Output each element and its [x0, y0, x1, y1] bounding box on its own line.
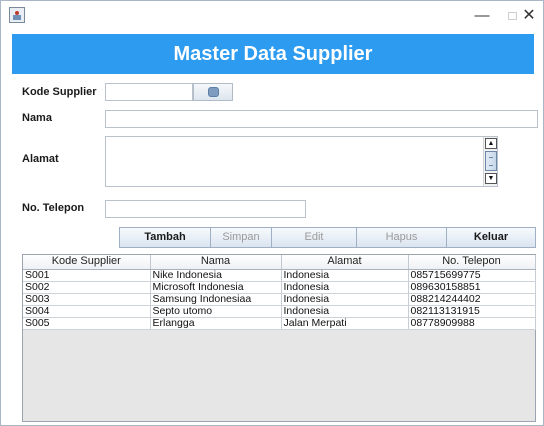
table-cell: Indonesia	[281, 281, 409, 294]
table-cell: S002	[23, 281, 151, 294]
alamat-scrollbar[interactable]: ▲ ▼	[483, 137, 497, 186]
title-bar: — ✕	[1, 1, 543, 31]
java-app-icon	[9, 7, 25, 23]
table-cell: Microsoft Indonesia	[150, 281, 282, 294]
kode-supplier-input[interactable]	[105, 83, 193, 101]
table-cell: Nike Indonesia	[150, 269, 282, 282]
table-cell: S004	[23, 305, 151, 318]
table-row[interactable]: S004 Septo utomo Indonesia 082113131915	[23, 305, 536, 318]
search-button[interactable]	[193, 83, 233, 101]
table-cell: 085715699775	[408, 269, 536, 282]
telepon-label: No. Telepon	[22, 202, 85, 214]
column-header-telepon[interactable]: No. Telepon	[408, 255, 536, 270]
alamat-label: Alamat	[22, 153, 59, 165]
close-button[interactable]: ✕	[509, 1, 544, 31]
edit-button[interactable]: Edit	[271, 227, 357, 248]
header-banner: Master Data Supplier	[12, 34, 534, 74]
telepon-input[interactable]	[105, 200, 306, 218]
table-cell: Indonesia	[281, 305, 409, 318]
table-row[interactable]: S005 Erlangga Jalan Merpati 08778909988	[23, 317, 536, 330]
table-cell: Indonesia	[281, 293, 409, 306]
tambah-button[interactable]: Tambah	[119, 227, 211, 248]
table-cell: 088214244402	[408, 293, 536, 306]
column-header-nama[interactable]: Nama	[150, 255, 282, 270]
nama-label: Nama	[22, 112, 52, 124]
scroll-up-icon[interactable]: ▲	[485, 138, 497, 149]
table-cell: Jalan Merpati	[281, 317, 409, 330]
table-cell: S001	[23, 269, 151, 282]
table-row[interactable]: S002 Microsoft Indonesia Indonesia 08963…	[23, 281, 536, 294]
table-cell: S005	[23, 317, 151, 330]
supplier-window: — ✕ Master Data Supplier Kode Supplier N…	[0, 0, 544, 426]
table-cell: Samsung Indonesiaa	[150, 293, 282, 306]
table-cell: 08778909988	[408, 317, 536, 330]
table-cell: Erlangga	[150, 317, 282, 330]
table-row[interactable]: S003 Samsung Indonesiaa Indonesia 088214…	[23, 293, 536, 306]
column-header-kode[interactable]: Kode Supplier	[23, 255, 151, 270]
column-header-alamat[interactable]: Alamat	[281, 255, 409, 270]
simpan-button[interactable]: Simpan	[210, 227, 272, 248]
table-header-row: Kode Supplier Nama Alamat No. Telepon	[23, 255, 536, 270]
hapus-button[interactable]: Hapus	[356, 227, 447, 248]
table-cell: Indonesia	[281, 269, 409, 282]
search-icon	[208, 87, 219, 97]
keluar-button[interactable]: Keluar	[446, 227, 536, 248]
alamat-textarea[interactable]	[105, 136, 498, 187]
page-title: Master Data Supplier	[173, 43, 373, 65]
table-cell: 082113131915	[408, 305, 536, 318]
supplier-table[interactable]: Kode Supplier Nama Alamat No. Telepon S0…	[22, 254, 536, 422]
kode-supplier-label: Kode Supplier	[22, 86, 97, 98]
table-row[interactable]: S001 Nike Indonesia Indonesia 0857156997…	[23, 269, 536, 282]
scroll-down-icon[interactable]: ▼	[485, 173, 497, 184]
table-cell: Septo utomo	[150, 305, 282, 318]
nama-input[interactable]	[105, 110, 538, 128]
scroll-thumb[interactable]	[485, 151, 497, 171]
table-cell: S003	[23, 293, 151, 306]
table-cell: 089630158851	[408, 281, 536, 294]
